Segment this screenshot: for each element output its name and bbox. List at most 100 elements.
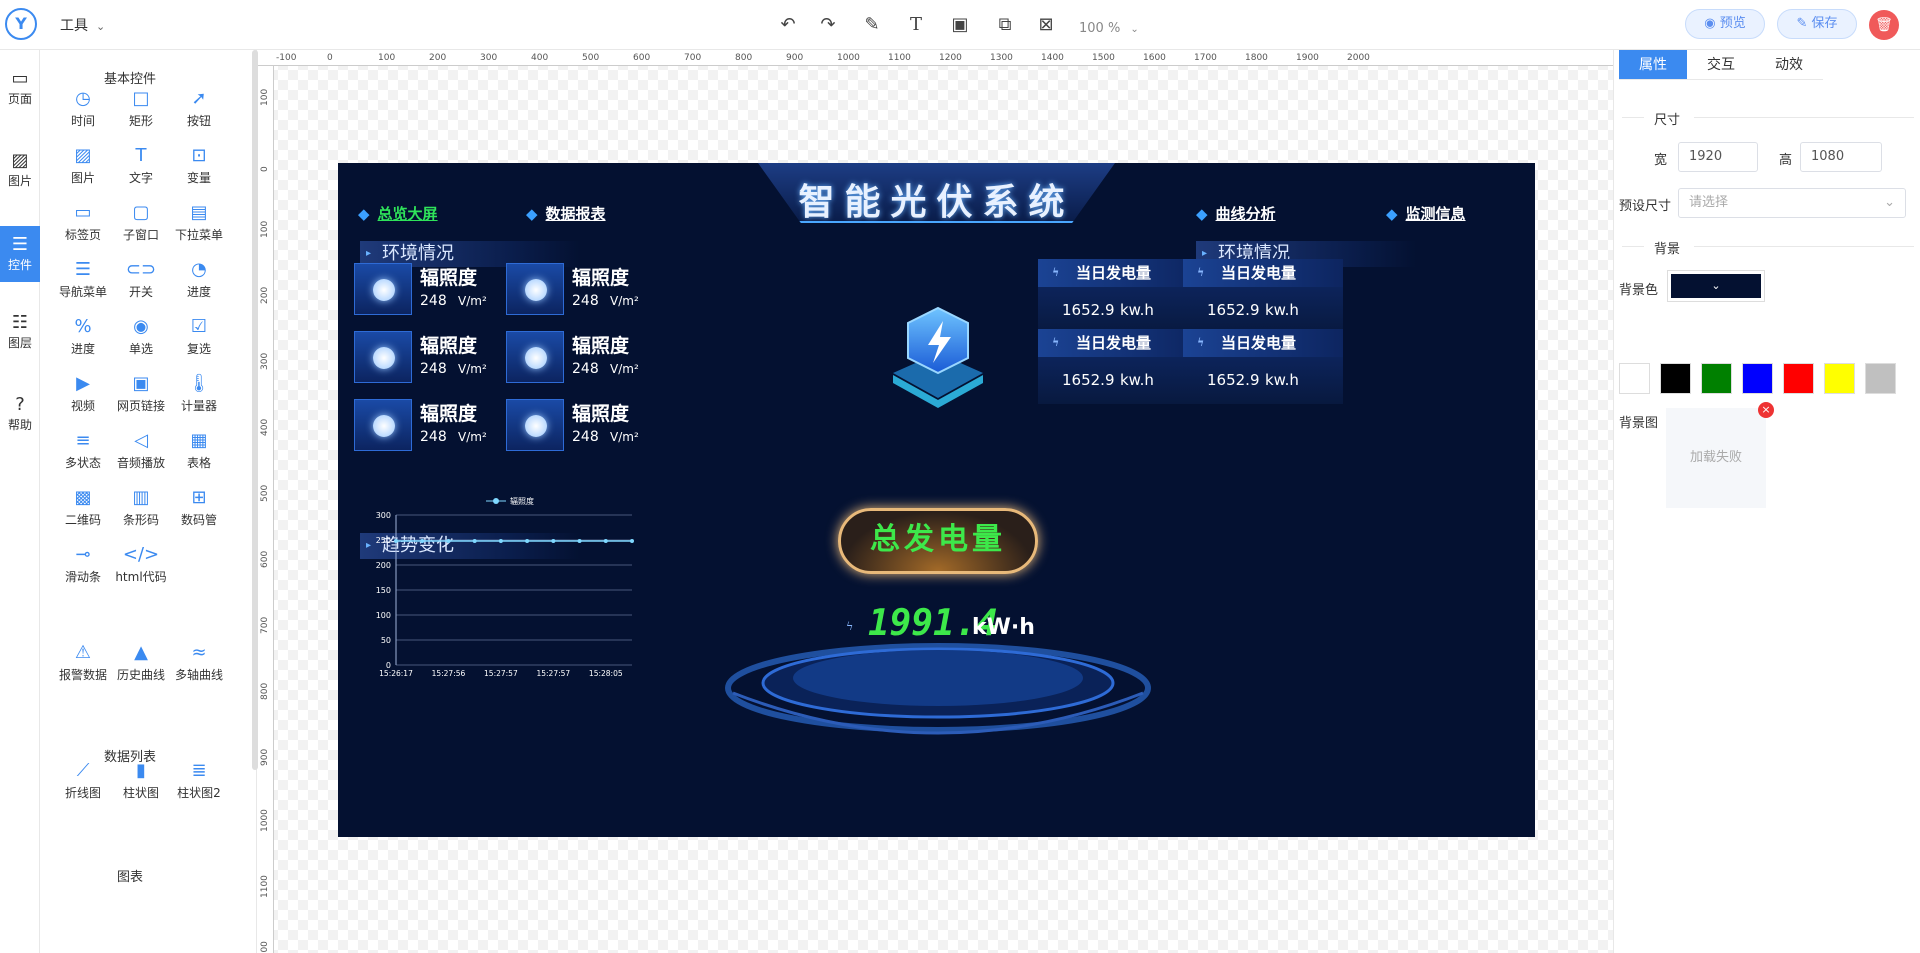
text-tool-icon[interactable]: T: [904, 14, 928, 36]
nav-help[interactable]: ? 帮助: [0, 386, 40, 442]
chevron-down-icon: ⌄: [1884, 195, 1895, 210]
generation-value: 1652.9: [1207, 301, 1260, 319]
background-image-slot[interactable]: 加载失败: [1666, 408, 1766, 508]
design-canvas[interactable]: -100 0 100 200 300 400 500 600 700 800 900 1000 1100…: [258, 50, 1613, 953]
y-tick-label: 50: [381, 636, 391, 645]
control-label: 进度: [186, 285, 211, 299]
app-logo[interactable]: Y: [5, 8, 37, 40]
control-label: 柱状图: [122, 786, 159, 800]
tool-menu[interactable]: 工具 ⌄: [60, 15, 105, 35]
sun-glyph: [525, 415, 547, 437]
control-label: 单选: [128, 342, 153, 356]
color-swatch[interactable]: [1742, 363, 1773, 394]
color-swatch[interactable]: [1783, 363, 1814, 394]
bgcolor-picker[interactable]: ⌄: [1667, 270, 1765, 302]
y-tick-label: 250: [376, 536, 391, 545]
nav-layers[interactable]: ☷ 图层: [0, 304, 40, 360]
x-tick-label: 15:27:57: [536, 669, 570, 678]
irradiance-tile: 辐照度 248 V/m²: [506, 399, 686, 455]
ruler-horizontal: -100 0 100 200 300 400 500 600 700 800 900 1000 1100…: [258, 50, 1613, 66]
data-point: [551, 539, 556, 543]
table-icon: ▦: [190, 430, 208, 451]
generation-label: 当日发电量: [1076, 264, 1152, 282]
control-label: 图片: [70, 171, 95, 185]
close-icon[interactable]: ×: [1758, 402, 1774, 418]
color-swatch[interactable]: [1660, 363, 1691, 394]
screen-nav-monitor[interactable]: ◆ 监测信息: [1386, 203, 1466, 224]
trend-line-chart: 05010015020025030015:26:17 15:27:56 15:27:…: [376, 496, 634, 678]
nav-page[interactable]: ▭ 页面: [0, 60, 40, 116]
screen-nav-report[interactable]: ◆ 数据报表: [526, 203, 606, 224]
generation-label: 当日发电量: [1221, 264, 1297, 282]
control-label: 历史曲线: [116, 668, 165, 682]
redo-icon[interactable]: ↷: [816, 14, 840, 36]
bolt-icon: ϟ: [1052, 266, 1060, 279]
control-label: 折线图: [64, 786, 101, 800]
nav-image[interactable]: ▨ 图片: [0, 142, 40, 198]
x-tick-label: 15:27:57: [484, 669, 518, 678]
control-code[interactable]: </> html代码: [106, 532, 176, 602]
y-tick-label: 300: [376, 511, 391, 520]
control-label: 子窗口: [122, 228, 159, 242]
screen-nav-curve[interactable]: ◆ 曲线分析: [1196, 203, 1276, 224]
dashboard-screen[interactable]: 智能光伏系统 ◆总览大屏 ◆数据报表 ◆曲线分析 ◆监测信息 环境情况 环境情况…: [338, 163, 1535, 837]
progress-ring-icon: ◔: [191, 259, 207, 280]
control-label: 网页链接: [116, 399, 165, 413]
color-swatch[interactable]: [1824, 363, 1855, 394]
generation-unit: kw.h: [1265, 371, 1299, 389]
generation-tile: ϟ 当日发电量 1652.9 kw.h: [1183, 259, 1343, 334]
copy-icon[interactable]: ⧉: [993, 14, 1017, 36]
screen-nav-overview[interactable]: ◆ 总览大屏: [358, 203, 438, 224]
control-label: 按钮: [186, 114, 211, 128]
nav-controls[interactable]: ☰ 控件: [0, 226, 40, 282]
ruler-tick-label: 800: [735, 53, 753, 63]
image-icon: ▨: [11, 150, 29, 171]
y-tick-label: 200: [376, 561, 391, 570]
delete-element-icon[interactable]: ⊠: [1034, 14, 1058, 36]
generation-header: ϟ 当日发电量: [1038, 329, 1198, 357]
tab-properties[interactable]: 属性: [1619, 50, 1687, 80]
section-title-charts: 图表: [116, 870, 143, 885]
pen-icon[interactable]: ✎: [860, 14, 884, 36]
sun-glyph: [373, 415, 395, 437]
controls-panel: 基本控件 数据列表 图表 ◷ 时间 □ 矩形 ➚ 按钮 ▨ 图片 T 文字 ⊡ 变量 ▭ 标签页 ▢ 子窗口 ▤…: [40, 50, 257, 953]
save-button[interactable]: ✎ 保存: [1777, 9, 1857, 39]
ruler-tick-label: 400: [531, 53, 549, 63]
dropdown-icon: ▤: [190, 202, 208, 223]
preset-size-select[interactable]: 请选择 ⌄: [1678, 188, 1906, 218]
zoom-select[interactable]: 100 % ⌄: [1079, 21, 1139, 36]
y-tick-label: 150: [376, 586, 391, 595]
properties-panel: 属性 交互 动效 尺寸 宽 1920 高 1080 预设尺寸 请选择 ⌄ 背景 背…: [1613, 50, 1920, 953]
irradiance-label: 辐照度: [420, 267, 478, 289]
preview-button[interactable]: ◉ 预览: [1685, 9, 1765, 39]
image-tool-icon[interactable]: ▣: [948, 14, 972, 36]
generation-unit: kw.h: [1265, 301, 1299, 319]
ruler-vertical: 100 0 100 200 300 400 500 600 700 800 900 1000 1100 1…: [258, 66, 274, 953]
color-swatch[interactable]: [1701, 363, 1732, 394]
undo-icon[interactable]: ↶: [776, 14, 800, 36]
color-swatch[interactable]: [1865, 363, 1896, 394]
bgcolor-label: 背景色: [1619, 283, 1659, 298]
generation-label: 当日发电量: [1076, 334, 1152, 352]
bolt-icon: ϟ: [846, 620, 854, 633]
control-label: 多状态: [64, 456, 101, 470]
control-hbar-chart[interactable]: ≣ 柱状图2: [164, 748, 234, 818]
ruler-tick-label: 200: [260, 286, 270, 304]
control-multiaxis[interactable]: ≈ 多轴曲线: [164, 630, 234, 700]
irradiance-value: 248: [572, 361, 599, 377]
tab-interaction[interactable]: 交互: [1687, 50, 1755, 80]
ruler-tick-label: 1500: [1092, 53, 1115, 63]
control-label: 矩形: [128, 114, 153, 128]
diamond-icon: ◆: [1196, 205, 1208, 223]
ruler-tick-label: 100: [260, 220, 270, 238]
color-swatch[interactable]: [1619, 363, 1650, 394]
sun-glyph: [525, 279, 547, 301]
delete-button[interactable]: 🗑: [1869, 10, 1899, 40]
ruler-tick-label: 1600: [1143, 53, 1166, 63]
height-input[interactable]: 1080: [1800, 142, 1882, 172]
control-label: 二维码: [64, 513, 101, 527]
irradiance-unit: V/m²: [458, 362, 487, 376]
tab-animation[interactable]: 动效: [1755, 50, 1823, 80]
width-input[interactable]: 1920: [1678, 142, 1758, 172]
irradiance-value: 248: [420, 429, 447, 445]
